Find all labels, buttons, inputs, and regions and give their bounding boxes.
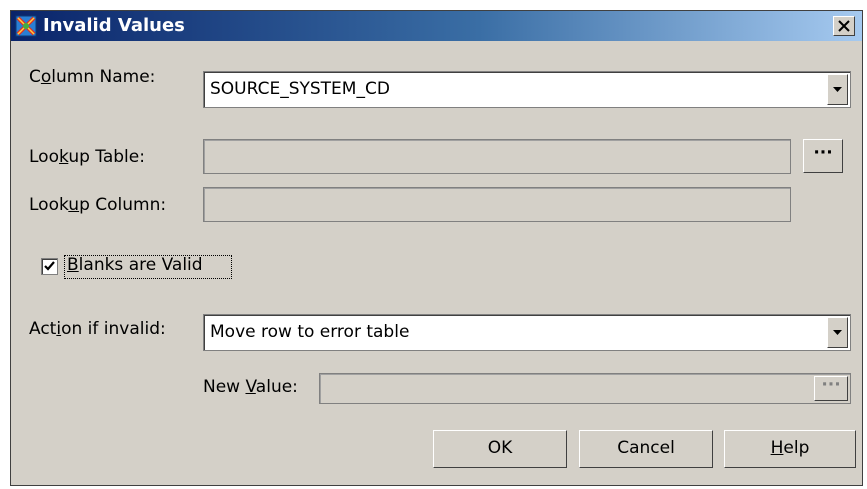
chevron-down-icon bbox=[833, 87, 842, 92]
lookup-column-field[interactable] bbox=[203, 187, 791, 222]
new-value-field[interactable]: ··· bbox=[319, 373, 851, 404]
blanks-valid-checkbox[interactable] bbox=[41, 258, 58, 275]
close-button[interactable] bbox=[833, 16, 855, 36]
column-name-value: SOURCE_SYSTEM_CD bbox=[210, 79, 390, 99]
blanks-valid-label[interactable]: Blanks are Valid bbox=[67, 255, 203, 275]
action-if-invalid-dropdown[interactable]: Move row to error table bbox=[203, 314, 851, 351]
action-dropdown-button[interactable] bbox=[827, 317, 848, 348]
invalid-values-icon bbox=[15, 15, 37, 37]
lookup-table-browse-button[interactable]: ··· bbox=[803, 139, 843, 173]
ok-button[interactable]: OK bbox=[433, 430, 567, 468]
action-if-invalid-label: Action if invalid: bbox=[29, 319, 166, 339]
checkmark-icon bbox=[44, 261, 55, 271]
action-if-invalid-value: Move row to error table bbox=[210, 322, 410, 342]
close-icon bbox=[838, 20, 850, 32]
new-value-browse-button[interactable]: ··· bbox=[814, 376, 848, 401]
column-name-dropdown[interactable]: SOURCE_SYSTEM_CD bbox=[203, 71, 851, 108]
cancel-button[interactable]: Cancel bbox=[579, 430, 713, 468]
lookup-table-field[interactable] bbox=[203, 139, 791, 174]
help-button[interactable]: Help bbox=[724, 430, 856, 468]
chevron-down-icon bbox=[833, 330, 842, 335]
column-name-label: Column Name: bbox=[29, 67, 156, 87]
new-value-label: New Value: bbox=[203, 377, 298, 397]
window-title: Invalid Values bbox=[43, 15, 185, 36]
invalid-values-dialog: Invalid Values Column Name: SOURCE_SYSTE… bbox=[10, 10, 863, 486]
lookup-table-label: Lookup Table: bbox=[29, 147, 145, 167]
title-bar[interactable]: Invalid Values bbox=[11, 11, 862, 41]
lookup-column-label: Lookup Column: bbox=[29, 195, 167, 215]
column-name-dropdown-button[interactable] bbox=[827, 74, 848, 105]
